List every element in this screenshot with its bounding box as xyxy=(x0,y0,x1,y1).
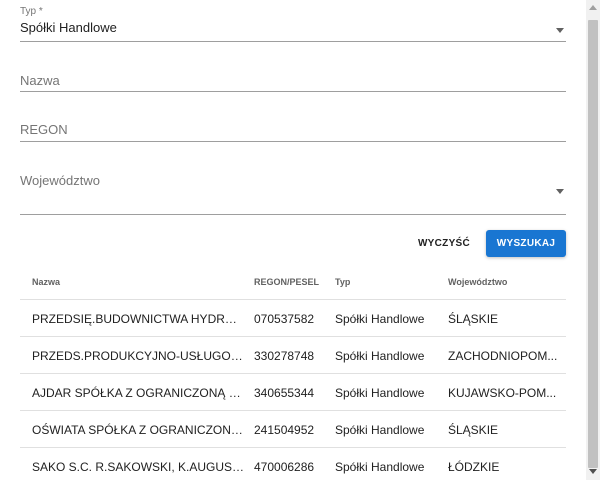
name-field[interactable]: Nazwa xyxy=(20,62,566,92)
regon-placeholder: REGON xyxy=(20,122,68,137)
table-row[interactable]: OŚWIATA SPÓŁKA Z OGRANICZONĄ ... 2415049… xyxy=(20,411,566,448)
cell-name: OŚWIATA SPÓŁKA Z OGRANICZONĄ ... xyxy=(32,423,246,437)
vertical-scrollbar[interactable] xyxy=(586,0,600,480)
table-row[interactable]: PRZEDSIĘ.BUDOWNICTWA HYDROTE... 07053758… xyxy=(20,300,566,337)
cell-type: Spółki Handlowe xyxy=(335,460,425,474)
clear-button[interactable]: WYCZYŚĆ xyxy=(410,232,478,256)
cell-name: PRZEDSIĘ.BUDOWNICTWA HYDROTE... xyxy=(32,312,246,326)
cell-province: KUJAWSKO-POM... xyxy=(448,386,557,400)
cell-regon: 330278748 xyxy=(254,349,315,363)
type-value: Spółki Handlowe xyxy=(20,20,117,35)
results-table: Nazwa REGON/PESEL Typ Województwo PRZEDS… xyxy=(20,266,566,480)
cell-province: ŚLĄSKIE xyxy=(448,423,499,437)
cell-type: Spółki Handlowe xyxy=(335,423,425,437)
type-label: Typ * xyxy=(20,6,43,17)
column-header-province[interactable]: Województwo xyxy=(448,277,560,287)
cell-type: Spółki Handlowe xyxy=(335,386,425,400)
search-button[interactable]: WYSZUKAJ xyxy=(486,230,566,257)
cell-province: ŁÓDZKIE xyxy=(448,460,500,474)
dialog-content: Typ * Spółki Handlowe Nazwa REGON Wojewó… xyxy=(20,0,566,480)
cell-regon: 070537582 xyxy=(254,312,315,326)
search-dialog: Typ * Spółki Handlowe Nazwa REGON Wojewó… xyxy=(0,0,600,480)
cell-province: ZACHODNIOPOM... xyxy=(448,349,558,363)
cell-name: PRZEDS.PRODUKCYJNO-USŁUGOWO-... xyxy=(32,349,246,363)
table-row[interactable]: SAKO S.C. R.SAKOWSKI, K.AUGUSTYN... 4700… xyxy=(20,448,566,480)
type-select[interactable]: Typ * Spółki Handlowe xyxy=(20,6,566,42)
name-placeholder: Nazwa xyxy=(20,73,60,88)
cell-regon: 340655344 xyxy=(254,386,315,400)
regon-field[interactable]: REGON xyxy=(20,112,566,142)
cell-type: Spółki Handlowe xyxy=(335,312,425,326)
column-header-type[interactable]: Typ xyxy=(335,277,440,287)
scroll-down-arrow-icon[interactable] xyxy=(589,469,597,474)
table-row[interactable]: PRZEDS.PRODUKCYJNO-USŁUGOWO-... 33027874… xyxy=(20,337,566,374)
scroll-up-arrow-icon[interactable] xyxy=(589,5,597,10)
scroll-thumb[interactable] xyxy=(588,20,598,468)
caret-down-icon[interactable] xyxy=(556,189,564,194)
province-select[interactable]: Województwo xyxy=(20,164,566,215)
cell-province: ŚLĄSKIE xyxy=(448,312,499,326)
caret-down-icon[interactable] xyxy=(556,28,564,33)
cell-name: SAKO S.C. R.SAKOWSKI, K.AUGUSTYN... xyxy=(32,460,246,474)
table-header: Nazwa REGON/PESEL Typ Województwo xyxy=(20,266,566,300)
table-row[interactable]: AJDAR SPÓŁKA Z OGRANICZONĄ OD... 3406553… xyxy=(20,374,566,411)
cell-regon: 241504952 xyxy=(254,423,315,437)
cell-regon: 470006286 xyxy=(254,460,315,474)
column-header-name[interactable]: Nazwa xyxy=(32,277,246,287)
cell-type: Spółki Handlowe xyxy=(335,349,425,363)
column-header-regon[interactable]: REGON/PESEL xyxy=(254,277,330,287)
province-placeholder: Województwo xyxy=(20,173,100,188)
cell-name: AJDAR SPÓŁKA Z OGRANICZONĄ OD... xyxy=(32,386,246,400)
